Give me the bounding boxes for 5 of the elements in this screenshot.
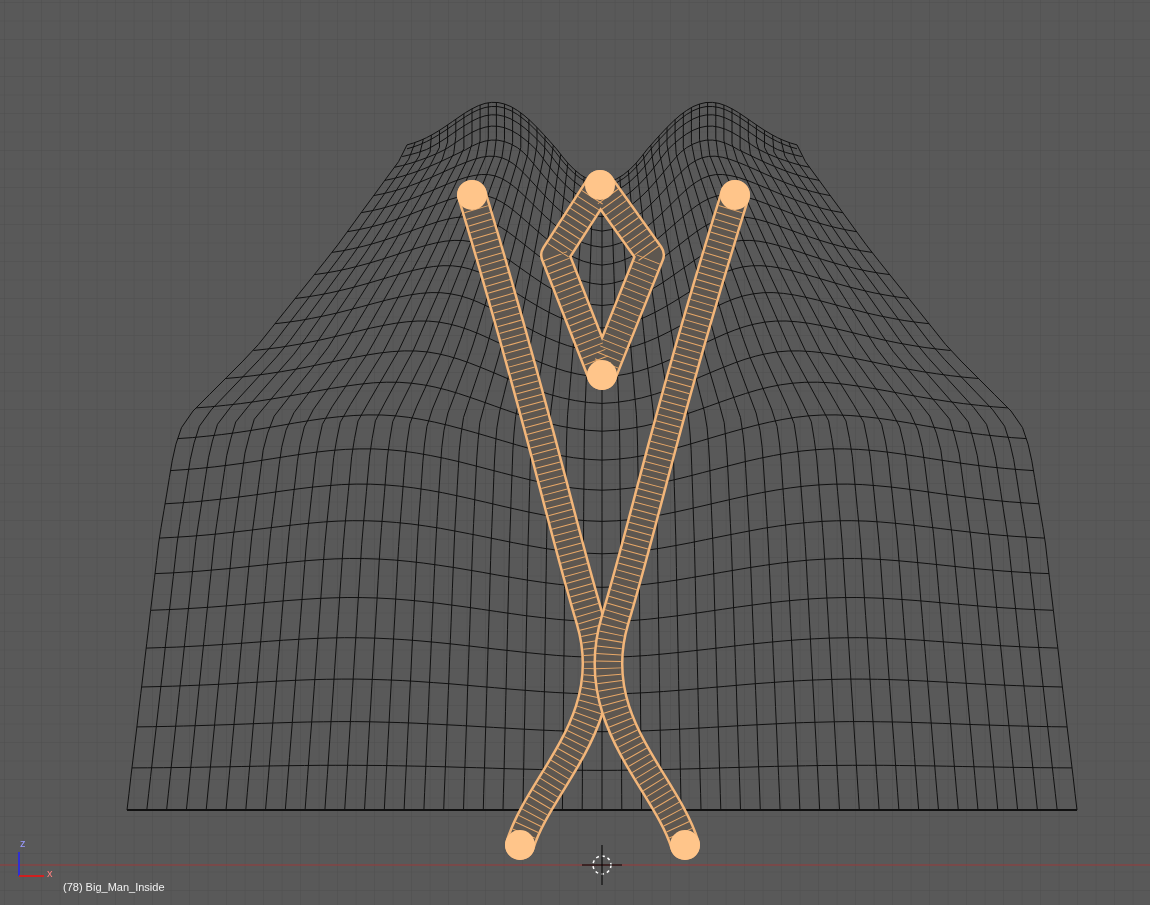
axis-icon: [18, 851, 45, 877]
axis-label: z: [20, 838, 26, 849]
object-label: (78) Big_Man_Inside: [63, 882, 165, 893]
axis-label: x: [47, 868, 53, 879]
cursor-icon: [581, 844, 623, 886]
